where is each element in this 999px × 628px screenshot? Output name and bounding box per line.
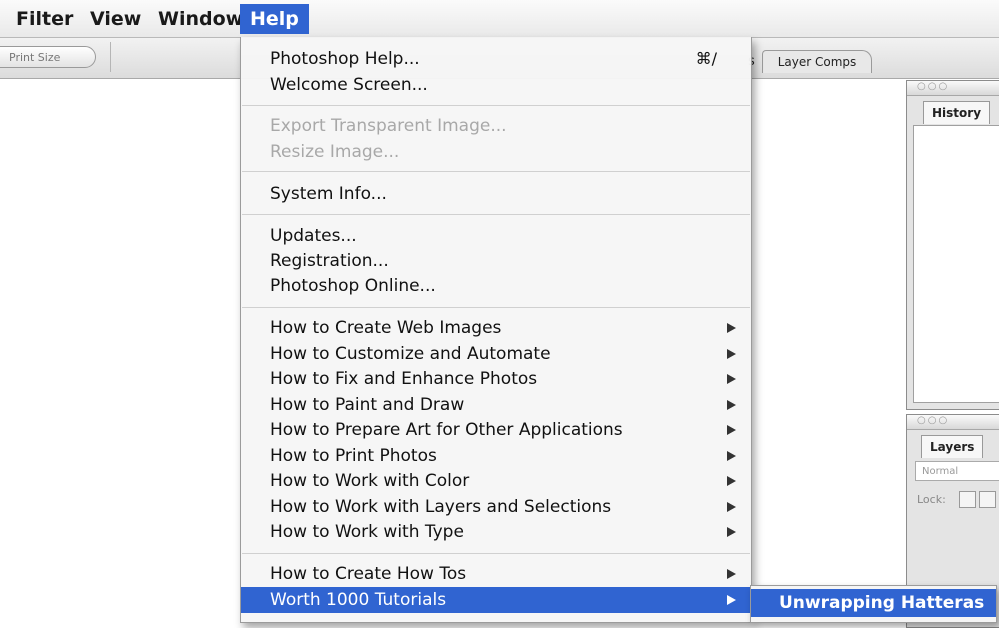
menu-item-label: How to Paint and Draw [270,394,465,415]
options-divider [110,42,111,72]
menu-item-label: How to Work with Layers and Selections [270,496,612,517]
worth-1000-submenu: Unwrapping Hatteras [750,585,997,623]
submenu-arrow-icon [727,501,736,512]
menu-item-photoshop-online[interactable]: Photoshop Online... [241,273,751,299]
menu-item-welcome-screen[interactable]: Welcome Screen... [241,72,751,98]
menu-window[interactable]: Window [148,4,253,34]
submenu-arrow-icon [727,348,736,359]
menu-item-export-transparent-image: Export Transparent Image... [270,116,507,136]
shortcut-label: ⌘/ [695,49,717,68]
submenu-arrow-icon [727,399,736,410]
menu-item-howto-color[interactable]: How to Work with Color [241,468,751,494]
menu-item-howto-type[interactable]: How to Work with Type [241,519,751,545]
menu-separator [242,553,750,554]
menu-item-label: How to Create Web Images [270,318,502,338]
menu-item-label: Worth 1000 Tutorials [270,590,447,610]
layer-comps-tab[interactable]: Layer Comps [762,50,872,73]
menu-item-create-how-tos[interactable]: How to Create How Tos [241,561,751,587]
tab-history[interactable]: History [923,101,991,124]
menu-view[interactable]: View [80,4,151,34]
lock-transparency-icon[interactable] [959,491,976,508]
menu-bar: Filter View Window Help [0,0,999,38]
print-size-button[interactable]: Print Size [0,46,96,68]
menu-item-howto-prepare-art[interactable]: How to Prepare Art for Other Application… [241,417,751,443]
menu-separator [242,171,750,172]
menu-item-label: How to Fix and Enhance Photos [270,369,538,389]
menu-item-label: Photoshop Help... [270,49,420,69]
help-menu: Photoshop Help... ⌘/ Welcome Screen... E… [240,37,752,623]
menu-item-howto-web-images[interactable]: How to Create Web Images [241,315,751,341]
menu-item-label: How to Work with Type [270,522,464,542]
submenu-arrow-icon [727,595,736,605]
menu-item-system-info[interactable]: System Info... [241,181,751,207]
menu-item-howto-paint-draw[interactable]: How to Paint and Draw [241,392,751,418]
submenu-arrow-icon [727,476,736,486]
history-list[interactable] [913,125,999,403]
submenu-arrow-icon [727,527,736,537]
lock-paint-icon[interactable] [979,491,996,508]
menu-item-registration[interactable]: Registration... [241,248,751,274]
menu-item-label: How to Print Photos [270,445,437,466]
menu-item-updates[interactable]: Updates... [241,223,751,249]
menu-item-resize-image: Resize Image... [270,142,400,162]
menu-item-label: How to Prepare Art for Other Application… [270,420,623,440]
menu-item-howto-fix-photos[interactable]: How to Fix and Enhance Photos [241,366,751,392]
submenu-arrow-icon [727,569,736,579]
menu-separator [242,105,750,106]
lock-label: Lock: [917,493,946,506]
menu-item-label: How to Work with Color [270,471,470,491]
history-palette-titlebar[interactable]: ○○○ [907,81,999,96]
submenu-arrow-icon [727,425,736,435]
menu-separator [242,214,750,215]
history-palette: ○○○ History [906,80,999,410]
layers-palette-titlebar[interactable]: ○○○ [907,415,999,430]
menu-separator [242,307,750,308]
menu-item-howto-customize[interactable]: How to Customize and Automate [241,341,751,367]
menu-item-photoshop-help[interactable]: Photoshop Help... ⌘/ [241,46,751,72]
submenu-item-unwrapping-hatteras[interactable]: Unwrapping Hatteras [751,589,996,617]
tab-layers[interactable]: Layers [921,435,984,458]
menu-item-worth-1000-tutorials[interactable]: Worth 1000 Tutorials [241,587,751,613]
submenu-arrow-icon [727,323,736,333]
menu-item-label: How to Create How Tos [270,564,467,584]
menu-item-howto-print[interactable]: How to Print Photos [241,443,751,469]
menu-item-howto-layers[interactable]: How to Work with Layers and Selections [241,494,751,520]
menu-filter[interactable]: Filter [6,4,83,34]
submenu-arrow-icon [727,450,736,461]
submenu-arrow-icon [727,374,736,384]
menu-help[interactable]: Help [240,4,309,34]
blend-mode-select[interactable]: Normal [915,461,999,481]
menu-item-label: How to Customize and Automate [270,343,551,364]
